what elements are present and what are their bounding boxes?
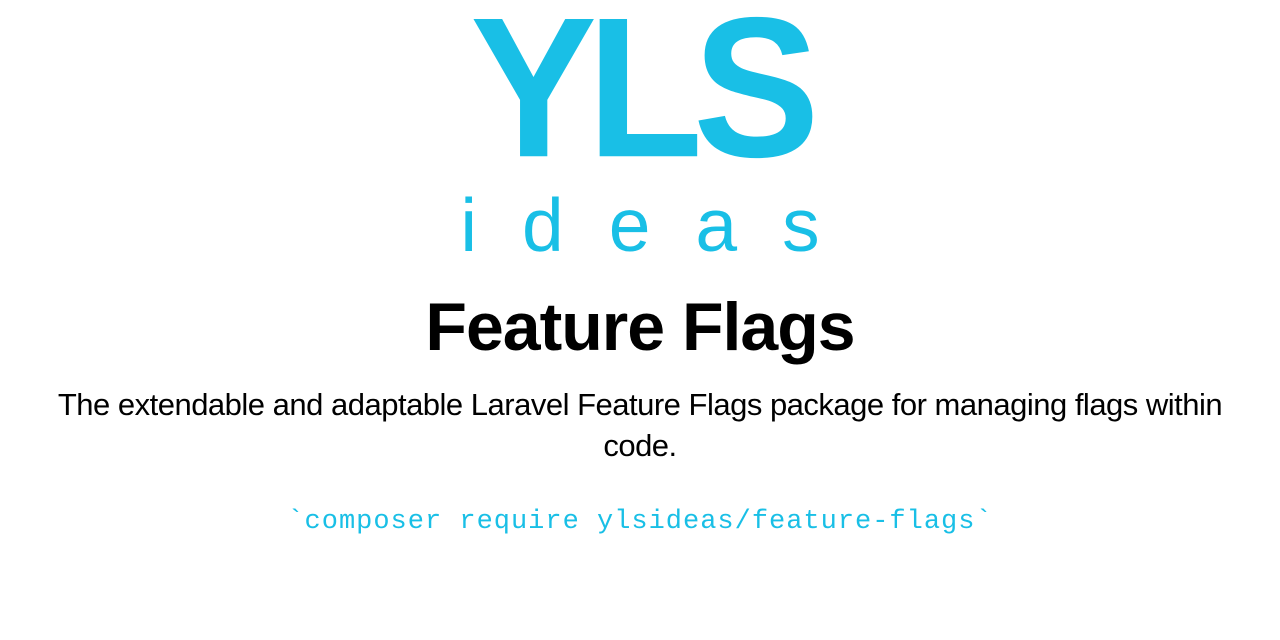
install-command: `composer require ylsideas/feature-flags…: [287, 507, 992, 537]
brand-logo: YLS ideas: [415, 8, 864, 270]
page-title: Feature Flags: [425, 288, 854, 366]
page-subtitle: The extendable and adaptable Laravel Fea…: [50, 384, 1230, 468]
logo-top-text: YLS: [470, 4, 810, 174]
